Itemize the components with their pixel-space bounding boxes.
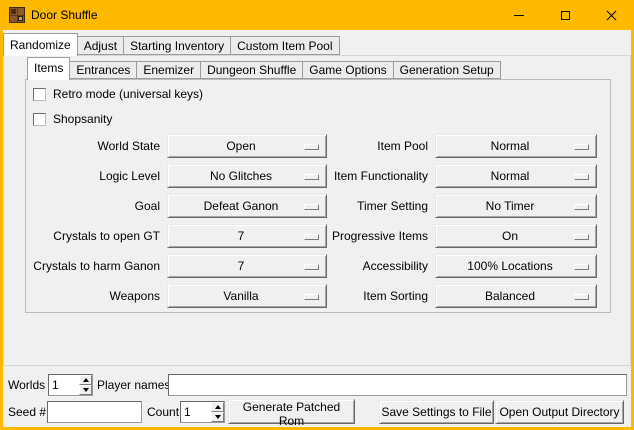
seed-label: Seed #: [8, 401, 46, 423]
dropdown-indicator-icon: [574, 264, 589, 270]
tab-custom-item-pool[interactable]: Custom Item Pool: [230, 36, 339, 55]
tab-entrances[interactable]: Entrances: [69, 61, 137, 79]
save-settings-button[interactable]: Save Settings to File: [379, 400, 494, 424]
door-icon: [9, 7, 25, 23]
tab-game-options[interactable]: Game Options: [302, 61, 393, 79]
item-sorting-value: Balanced: [436, 285, 596, 307]
progressive-items-label: Progressive Items: [295, 224, 428, 248]
spin-up-button[interactable]: [79, 375, 92, 385]
item-functionality-dropdown[interactable]: Normal: [435, 164, 597, 188]
timer-setting-value: No Timer: [436, 195, 596, 217]
close-icon: [606, 10, 617, 21]
item-sorting-label: Item Sorting: [295, 284, 428, 308]
arrow-down-icon: [83, 388, 89, 392]
maximize-icon: [561, 11, 570, 20]
accessibility-value: 100% Locations: [436, 255, 596, 277]
accessibility-label: Accessibility: [295, 254, 428, 278]
item-functionality-value: Normal: [436, 165, 596, 187]
tab-randomize[interactable]: Randomize: [3, 33, 78, 56]
item-pool-label: Item Pool: [295, 134, 428, 158]
tab-adjust[interactable]: Adjust: [77, 36, 124, 55]
item-sorting-dropdown[interactable]: Balanced: [435, 284, 597, 308]
arrow-down-icon: [215, 415, 221, 419]
worlds-spinbox: [48, 374, 93, 396]
arrow-up-icon: [215, 405, 221, 409]
crystals-open-gt-label: Crystals to open GT: [18, 224, 160, 248]
accessibility-dropdown[interactable]: 100% Locations: [435, 254, 597, 278]
outer-tab-bar: Randomize Adjust Starting Inventory Cust…: [3, 32, 339, 55]
item-functionality-label: Item Functionality: [295, 164, 428, 188]
timer-setting-dropdown[interactable]: No Timer: [435, 194, 597, 218]
window-title: Door Shuffle: [31, 0, 98, 30]
generate-patched-rom-button[interactable]: Generate Patched Rom: [228, 399, 355, 424]
inner-tab-bar: Items Entrances Enemizer Dungeon Shuffle…: [27, 57, 500, 79]
weapons-label: Weapons: [18, 284, 160, 308]
checkbox-shopsanity-label: Shopsanity: [53, 112, 112, 126]
tab-items[interactable]: Items: [27, 57, 70, 80]
checkbox-retro-mode[interactable]: Retro mode (universal keys): [33, 87, 203, 101]
goal-label: Goal: [18, 194, 160, 218]
minimize-icon: [514, 15, 524, 16]
item-pool-dropdown[interactable]: Normal: [435, 134, 597, 158]
tab-enemizer[interactable]: Enemizer: [136, 61, 201, 79]
seed-input[interactable]: [47, 401, 142, 423]
open-output-directory-button[interactable]: Open Output Directory: [495, 400, 624, 424]
worlds-input[interactable]: [49, 375, 79, 395]
spin-down-button[interactable]: [79, 385, 92, 395]
crystals-harm-ganon-label: Crystals to harm Ganon: [18, 254, 160, 278]
minimize-button[interactable]: [496, 0, 542, 30]
worlds-spin-buttons: [79, 375, 92, 395]
item-pool-value: Normal: [436, 135, 596, 157]
count-spinbox: [180, 401, 225, 423]
titlebar: Door Shuffle: [0, 0, 634, 30]
logic-level-label: Logic Level: [18, 164, 160, 188]
checkbox-unchecked-icon: [33, 113, 46, 126]
count-spin-buttons: [211, 402, 224, 422]
count-input[interactable]: [181, 402, 211, 422]
worlds-label: Worlds: [8, 374, 45, 396]
dropdown-indicator-icon: [574, 234, 589, 240]
progressive-items-dropdown[interactable]: On: [435, 224, 597, 248]
player-names-label: Player names: [97, 374, 170, 396]
dropdown-indicator-icon: [574, 294, 589, 300]
count-label: Count: [147, 401, 179, 423]
tab-starting-inventory[interactable]: Starting Inventory: [123, 36, 231, 55]
checkbox-shopsanity[interactable]: Shopsanity: [33, 112, 112, 126]
dropdown-indicator-icon: [574, 174, 589, 180]
arrow-up-icon: [83, 378, 89, 382]
dropdown-indicator-icon: [574, 204, 589, 210]
world-state-label: World State: [18, 134, 160, 158]
tab-dungeon-shuffle[interactable]: Dungeon Shuffle: [200, 61, 303, 79]
checkbox-unchecked-icon: [33, 88, 46, 101]
timer-setting-label: Timer Setting: [295, 194, 428, 218]
progressive-items-value: On: [436, 225, 596, 247]
door-shuffle-window: Door Shuffle Randomize Adjust Starting I…: [0, 0, 634, 430]
tab-generation-setup[interactable]: Generation Setup: [393, 61, 501, 79]
caption-buttons: [496, 0, 634, 30]
spin-up-button[interactable]: [211, 402, 224, 412]
close-button[interactable]: [588, 0, 634, 30]
maximize-button[interactable]: [542, 0, 588, 30]
checkbox-retro-mode-label: Retro mode (universal keys): [53, 87, 203, 101]
spin-down-button[interactable]: [211, 412, 224, 422]
dropdown-indicator-icon: [574, 144, 589, 150]
player-names-input[interactable]: [168, 374, 627, 396]
